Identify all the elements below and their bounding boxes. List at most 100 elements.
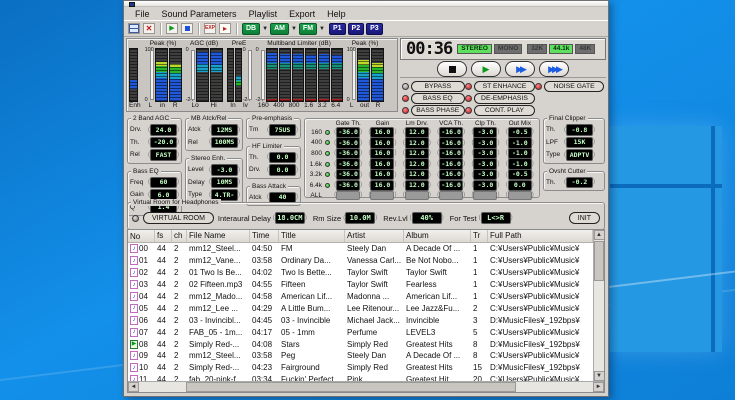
value-box-rel[interactable]: FAST <box>150 149 177 161</box>
horizontal-scroll-thumb[interactable] <box>186 382 516 392</box>
grid-value-6-4k-5[interactable]: 0.0 <box>508 180 532 192</box>
playlist-row[interactable]: ♪0344202 Fifteen.mp304:55FifteenTaylor S… <box>128 279 593 291</box>
export-file-icon[interactable] <box>219 23 231 34</box>
menu-sound-parameters[interactable]: Sound Parameters <box>157 9 242 19</box>
grid-value-6-4k-0[interactable]: -36.0 <box>336 180 360 192</box>
value-box-level[interactable]: -3.0 <box>211 164 238 176</box>
horizontal-scrollbar[interactable]: ◄ ► <box>128 381 604 392</box>
cell-tr: 8 <box>471 351 488 360</box>
preset-db-dropdown-icon[interactable]: ▼ <box>262 26 268 32</box>
virtual-room-button[interactable]: VIRTUAL ROOM <box>143 212 214 224</box>
value-box-interaural-delay[interactable]: 18.0CM <box>275 212 305 224</box>
fast-forward-x2-button[interactable]: ▶▶▶ <box>539 61 569 77</box>
preset-fm-button[interactable]: FM <box>299 23 317 35</box>
cell-time: 04:45 <box>250 316 279 325</box>
playlist-row[interactable]: ♪01442mm12_Vane...03:58Ordinary Da...Van… <box>128 255 593 267</box>
grid-value-6-4k-1[interactable]: 16.0 <box>370 180 394 192</box>
export-text-icon[interactable]: EXP <box>204 23 216 34</box>
col-header-title[interactable]: Title <box>279 230 345 242</box>
grid-value-6-4k-2[interactable]: 12.0 <box>405 180 429 192</box>
cell-no: ♪09 <box>128 351 155 360</box>
program-p3-button[interactable]: P3 <box>366 23 383 35</box>
menu-help[interactable]: Help <box>322 9 351 19</box>
program-p1-button[interactable]: P1 <box>329 23 346 35</box>
value-box-freq[interactable]: 60 <box>150 177 177 189</box>
bypass-button[interactable]: BYPASS <box>411 81 465 92</box>
menu-export[interactable]: Export <box>284 9 320 19</box>
col-header-album[interactable]: Album <box>404 230 471 242</box>
meter-caption-label: R <box>173 102 178 110</box>
band-led-slot <box>323 140 331 145</box>
col-header-fs[interactable]: fs <box>155 230 172 242</box>
value-box-rm-size[interactable]: 10.0M <box>345 212 375 224</box>
value-box-th[interactable]: -0.2 <box>566 177 593 189</box>
value-box-for-test[interactable]: L<>R <box>481 212 511 224</box>
noise-gate-button[interactable]: NOISE GATE <box>544 81 604 92</box>
grid-value-6-4k-4[interactable]: -3.0 <box>473 180 497 192</box>
field-2-band-agc-th: Th.-20.0 <box>130 137 179 149</box>
value-box-drv[interactable]: 24.0 <box>150 124 177 136</box>
playlist-row[interactable]: ♪0644203 - Invincibl...04:4503 - Invinci… <box>128 314 593 326</box>
col-header-file-name[interactable]: File Name <box>187 230 250 242</box>
col-header-artist[interactable]: Artist <box>345 230 404 242</box>
menu-playlist[interactable]: Playlist <box>244 9 283 19</box>
playlist-window-icon[interactable] <box>128 23 140 34</box>
playlist-row[interactable]: ♪00442mm12_Steel...04:50FMSteely DanA De… <box>128 243 593 255</box>
spinner: 60 <box>148 177 179 189</box>
scroll-left-arrow[interactable]: ◄ <box>128 382 139 392</box>
preset-am-button[interactable]: AM <box>270 23 289 35</box>
value-box-rev-lvl[interactable]: 40% <box>412 212 442 224</box>
bass-eq-button[interactable]: BASS EQ <box>411 93 465 104</box>
scroll-down-arrow[interactable]: ▼ <box>594 371 605 381</box>
playlist-row[interactable]: ♪09442mm12_Steel...03:58PegSteely DanA D… <box>128 350 593 362</box>
preset-db-button[interactable]: DB <box>242 23 260 35</box>
playlist-row[interactable]: ♪04442mm12_Mado...04:58American Lif...Ma… <box>128 291 593 303</box>
vertical-scroll-thumb[interactable] <box>594 241 604 281</box>
stop-button[interactable] <box>437 61 467 77</box>
value-box-rel[interactable]: 100MS <box>211 137 238 149</box>
value-box-lpf[interactable]: 15K <box>566 137 593 149</box>
init-button[interactable]: INIT <box>569 212 600 224</box>
playlist-row[interactable]: ♪05442mm12_Lee ...04:29A Little Bum...Le… <box>128 302 593 314</box>
delete-icon[interactable]: ✕ <box>143 23 155 34</box>
value-box-delay[interactable]: 10MS <box>211 177 238 189</box>
play-button[interactable]: ▶ <box>471 61 501 77</box>
playlist-row[interactable]: ♪11442fab_20-pink-f...03:34Fuckin' Perfe… <box>128 374 593 381</box>
playlist-row[interactable]: ♪10442Simply Red-...04:23FairgroundSimpl… <box>128 362 593 374</box>
menu-file[interactable]: File <box>130 9 155 19</box>
de-emphasis-button[interactable]: DE-EMPHASIS <box>474 93 536 104</box>
playlist-row[interactable]: ♪07442FAB_05 - 1m...04:1705 - 1mmPerfume… <box>128 326 593 338</box>
value-box-th[interactable]: -0.8 <box>566 124 593 136</box>
window-titlebar[interactable] <box>124 1 608 7</box>
col-header-tr[interactable]: Tr <box>471 230 488 242</box>
vertical-scrollbar[interactable]: ▲ ▼ <box>593 230 604 381</box>
value-box-type[interactable]: ADPTV <box>566 149 593 161</box>
stop-tool-button[interactable] <box>181 23 193 34</box>
col-header-ch[interactable]: ch <box>172 230 187 242</box>
col-header-time[interactable]: Time <box>250 230 279 242</box>
program-p2-button[interactable]: P2 <box>348 23 365 35</box>
preset-fm-dropdown-icon[interactable]: ▼ <box>319 26 325 32</box>
cell-tr: 1 <box>471 268 488 277</box>
value-box-atck[interactable]: 12MS <box>211 124 238 136</box>
st-enhance-button[interactable]: ST ENHANCE <box>474 81 536 92</box>
col-header-no[interactable]: No <box>128 230 155 242</box>
field-label: Rev.Lvl <box>383 214 407 223</box>
playlist-row[interactable]: ▶08442Simply Red-...04:08StarsSimply Red… <box>128 338 593 350</box>
cell-album: Fearless <box>404 280 471 289</box>
value-box-th[interactable]: 0.0 <box>269 152 296 164</box>
value-box-drv[interactable]: 0.0 <box>269 164 296 176</box>
grid-value-6-4k-3[interactable]: -16.0 <box>439 180 463 192</box>
cell-artist: Michael Jack... <box>345 316 404 325</box>
fast-forward-button[interactable]: ▶▶ <box>505 61 535 77</box>
value-box-th[interactable]: -20.0 <box>150 137 177 149</box>
playlist-row[interactable]: ♪0244201 Two Is Be...04:02Two Is Bette..… <box>128 267 593 279</box>
grid-row-800: 800-36.016.012.0-16.0-3.0-1.0 <box>307 148 537 159</box>
cell-path: D:¥MusicFiles¥_192bps¥ <box>488 363 593 372</box>
value-box-tm[interactable]: 75US <box>269 124 296 136</box>
scroll-up-arrow[interactable]: ▲ <box>594 230 605 240</box>
col-header-full-path[interactable]: Full Path <box>488 230 593 242</box>
play-tool-button[interactable]: ▶ <box>166 23 178 34</box>
scroll-right-arrow[interactable]: ► <box>593 382 604 392</box>
preset-am-dropdown-icon[interactable]: ▼ <box>291 26 297 32</box>
